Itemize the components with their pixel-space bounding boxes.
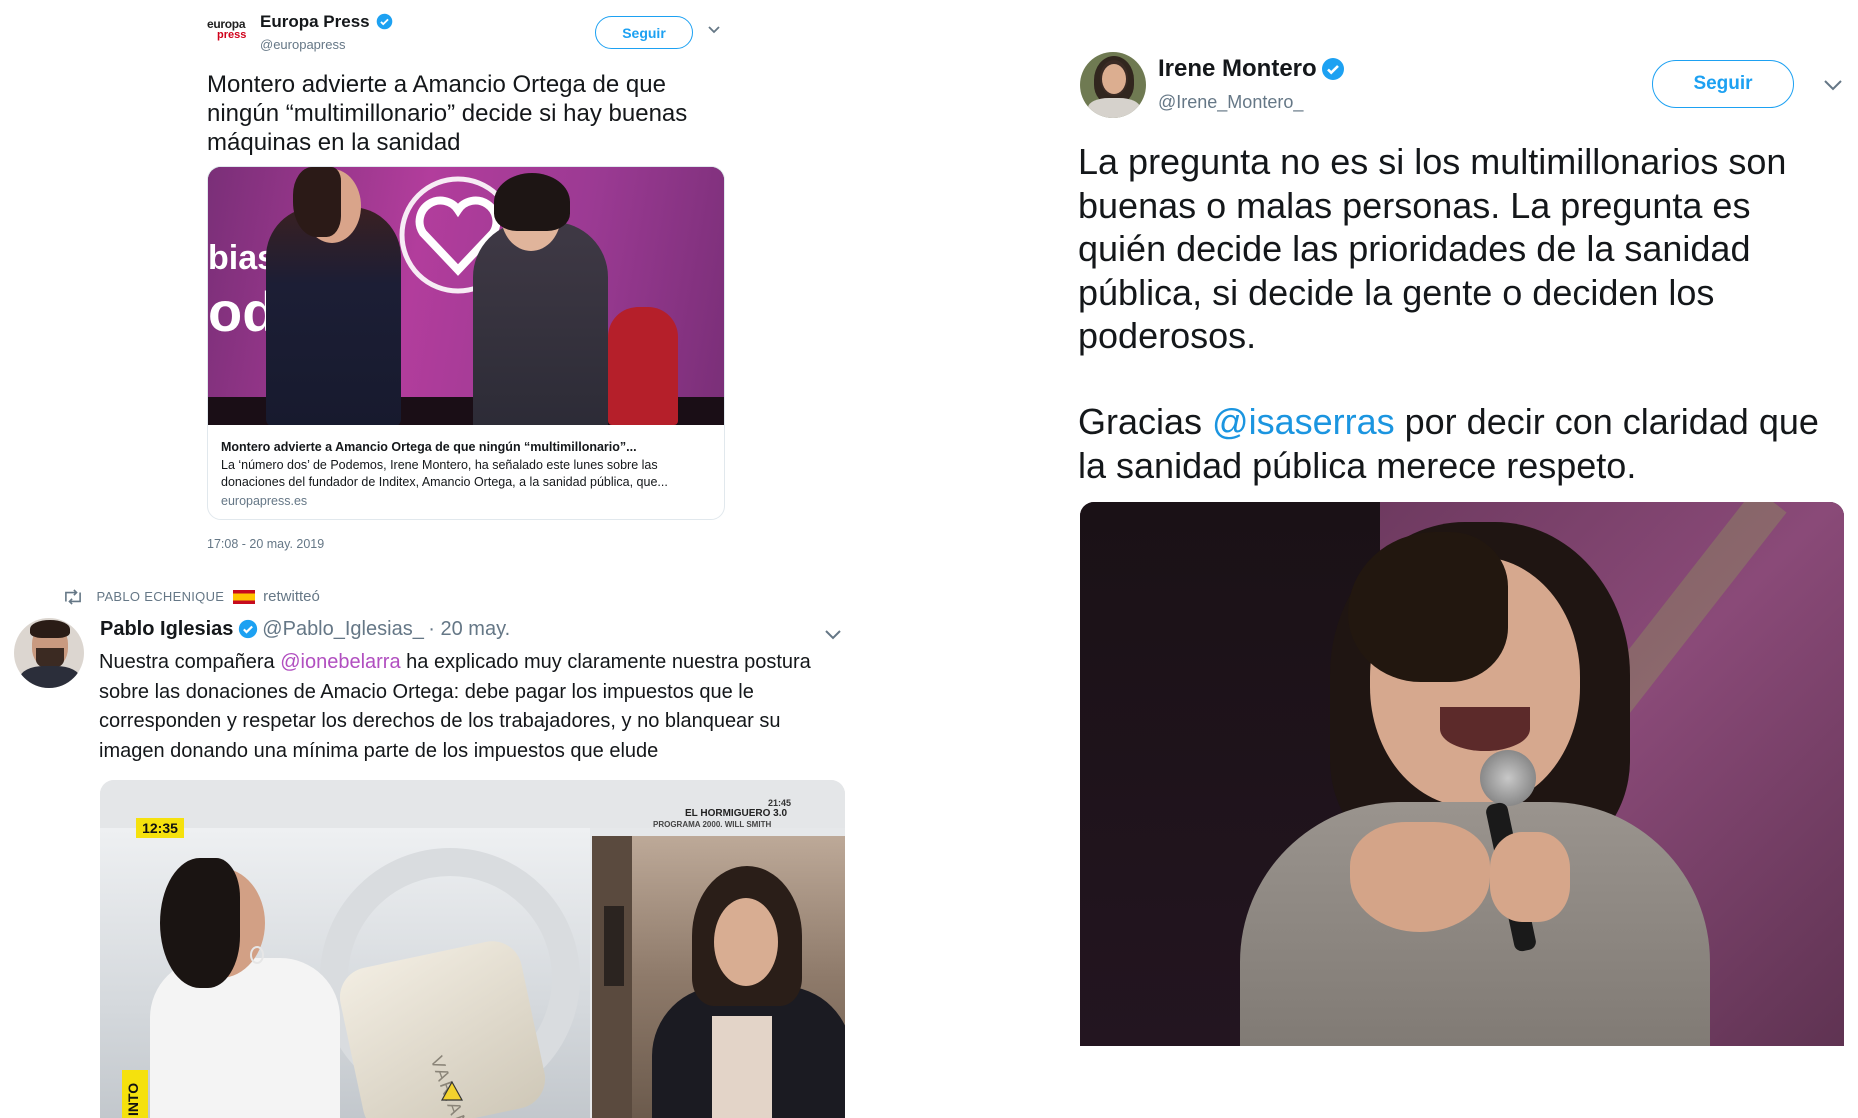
author-line: Pablo Iglesias @Pablo_Iglesias_ · 20 may… xyxy=(100,618,510,641)
retweet-icon xyxy=(65,589,81,605)
chevron-down-icon[interactable] xyxy=(706,23,722,41)
spain-flag-icon xyxy=(232,589,255,604)
verified-badge-icon xyxy=(238,619,258,638)
author-line: Irene Montero xyxy=(1158,55,1345,83)
microphone-icon xyxy=(1480,750,1536,806)
chevron-down-icon[interactable] xyxy=(1822,78,1844,99)
radiation-warning-icon xyxy=(440,1080,464,1101)
card-domain: europapress.es xyxy=(221,494,308,508)
europapress-logo[interactable]: europa press xyxy=(207,18,251,54)
chevron-down-icon[interactable] xyxy=(823,628,843,647)
video-right-scene xyxy=(592,836,845,1118)
tweet-text: Montero advierte a Amancio Ortega de que… xyxy=(207,71,688,156)
tweet-text: Nuestra compañera @ionebelarra ha explic… xyxy=(99,648,847,766)
mention-link[interactable]: @isaserras xyxy=(1212,401,1395,442)
show-time: 21:45 xyxy=(768,798,792,808)
person-silhouette xyxy=(473,222,608,425)
tweet-text: Gracias @isaserras por decir con clarida… xyxy=(1078,400,1828,487)
retweet-context: PABLO ECHENIQUE retwitteó xyxy=(62,588,320,606)
avatar[interactable] xyxy=(14,618,84,688)
author-name[interactable]: Irene Montero xyxy=(1158,55,1317,82)
tweet-text-part: Gracias xyxy=(1078,401,1213,442)
mention-link[interactable]: @ionebelarra xyxy=(280,651,400,673)
person-silhouette xyxy=(608,307,678,425)
logo-text-bottom: press xyxy=(217,29,247,41)
author-line: Europa Press xyxy=(260,12,393,32)
show-name: EL HORMIGUERO 3.0 xyxy=(685,808,788,819)
retweeter-name[interactable]: PABLO ECHENIQUE xyxy=(96,589,224,604)
author-name[interactable]: Europa Press xyxy=(260,12,370,31)
side-tag: INTO xyxy=(122,1070,148,1118)
tweet-media-photo[interactable] xyxy=(1080,502,1844,1046)
follow-button[interactable]: Seguir xyxy=(595,16,693,49)
verified-badge-icon xyxy=(376,13,393,30)
video-left-scene: VARIAN xyxy=(100,828,590,1118)
time-badge: 12:35 xyxy=(136,818,184,838)
link-card[interactable]: bias od N D DE Montero advierte a Amanci… xyxy=(207,166,725,520)
author-handle[interactable]: @Irene_Montero_ xyxy=(1158,92,1303,113)
author-name[interactable]: Pablo Iglesias xyxy=(100,618,233,640)
side-tag-text: INTO xyxy=(125,1082,141,1116)
avatar[interactable] xyxy=(1080,52,1146,118)
verified-badge-icon xyxy=(1322,58,1345,81)
author-handle[interactable]: @Pablo_Iglesias_ xyxy=(262,618,424,640)
video-player[interactable]: VARIAN INTO 12:35 12:35 21:45 xyxy=(100,780,845,1118)
card-image: bias od N D DE xyxy=(208,167,724,425)
author-handle[interactable]: @europapress xyxy=(260,37,345,52)
tweet-date[interactable]: · 20 may. xyxy=(428,618,510,640)
tweet-text-part: Nuestra compañera xyxy=(99,651,281,673)
show-subtitle: PROGRAMA 2000. WILL SMITH xyxy=(653,820,772,829)
card-title: Montero advierte a Amancio Ortega de que… xyxy=(221,440,637,454)
retweet-suffix: retwitteó xyxy=(263,588,320,605)
tweet-text: La pregunta no es si los multimillonario… xyxy=(1078,141,1787,356)
tweet-timestamp[interactable]: 17:08 - 20 may. 2019 xyxy=(207,537,324,551)
card-description: La ‘número dos’ de Podemos, Irene Monter… xyxy=(221,458,668,489)
follow-button[interactable]: Seguir xyxy=(1652,60,1794,108)
